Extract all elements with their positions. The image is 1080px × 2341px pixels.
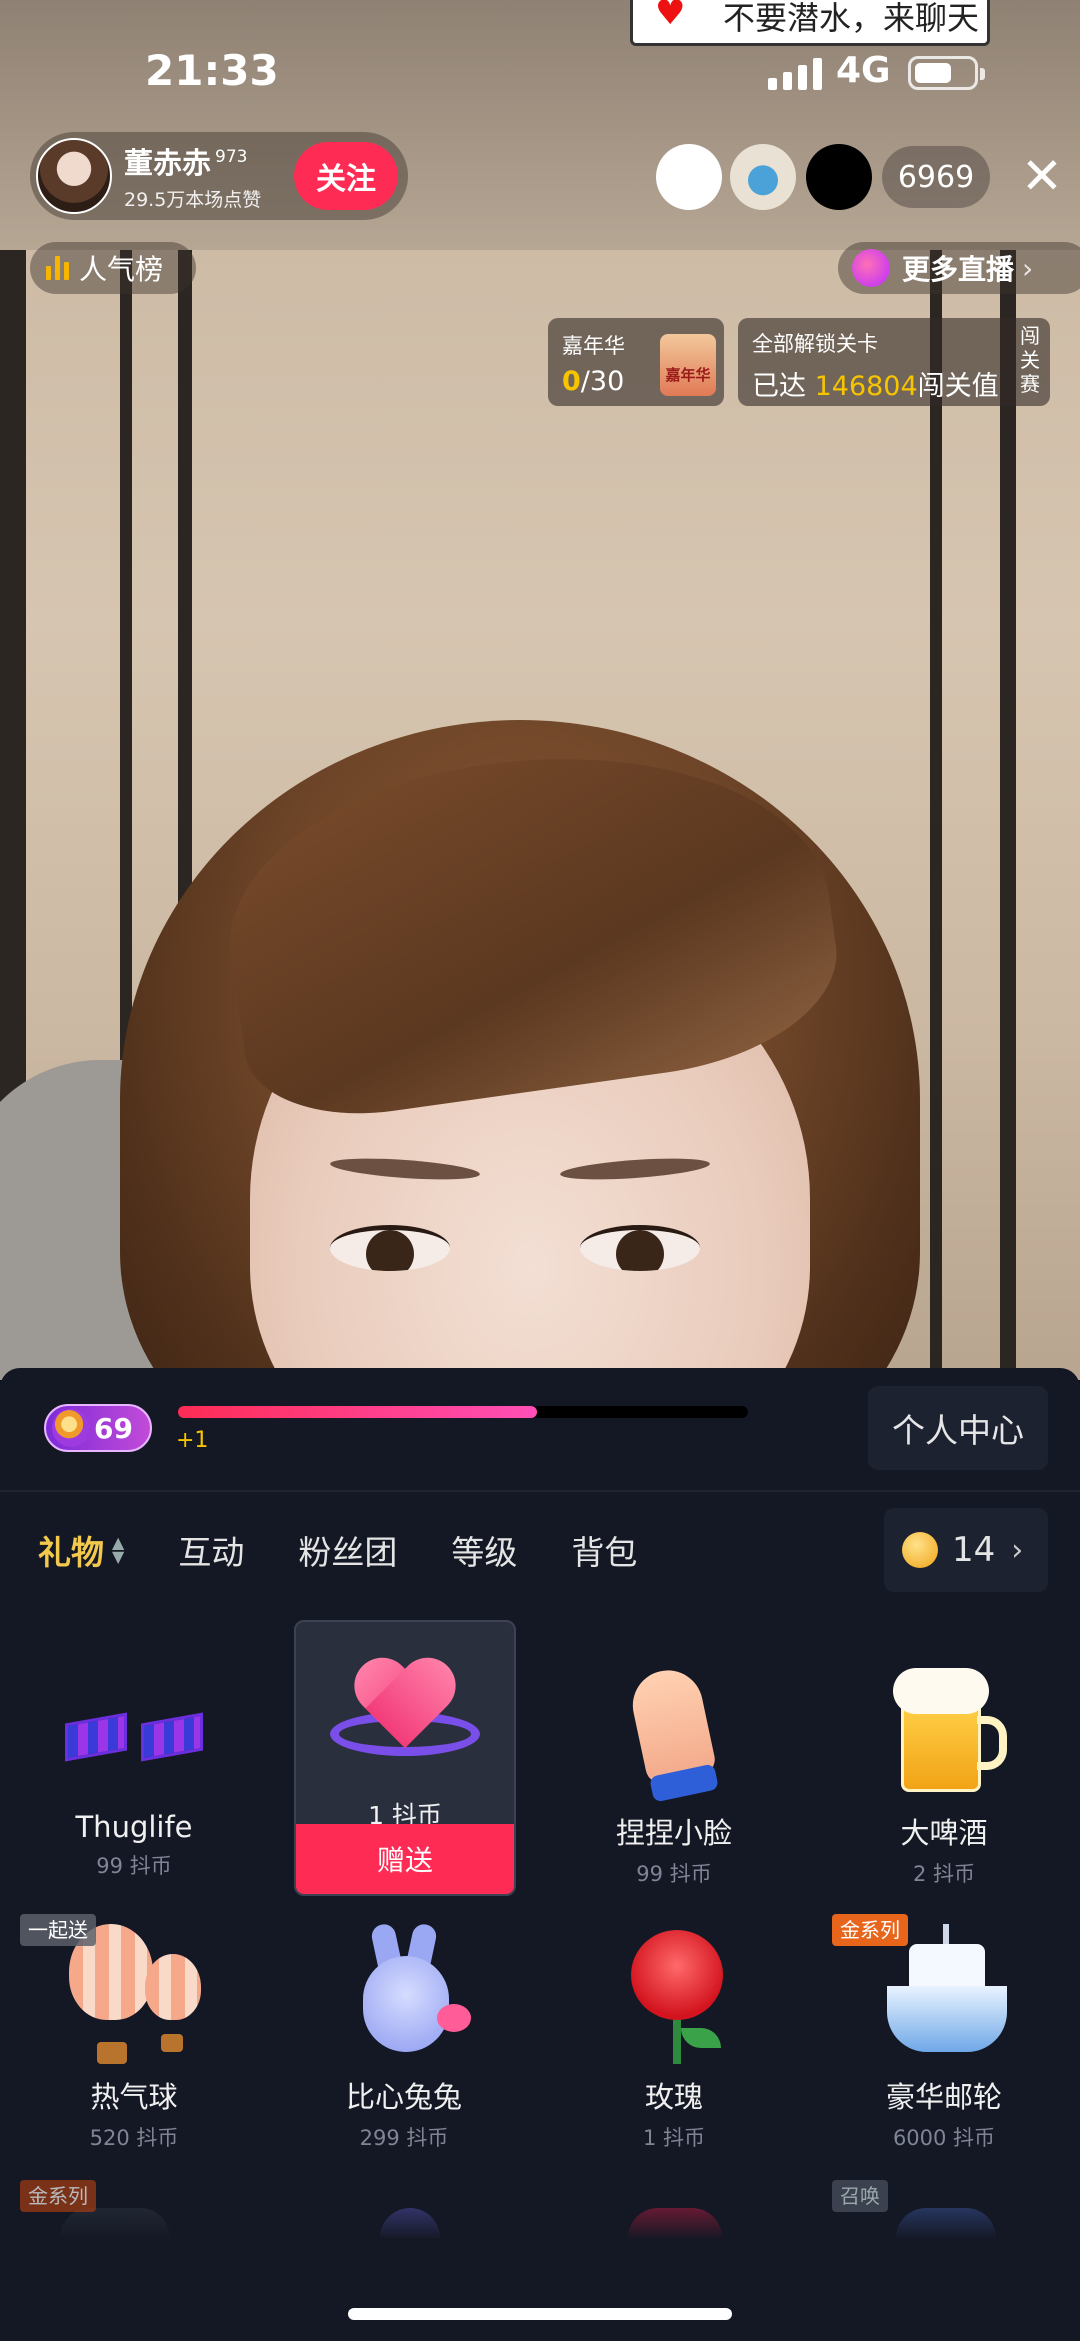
personal-center-button[interactable]: 个人中心 [868,1386,1048,1470]
viewer-avatar[interactable] [730,144,796,210]
coin-balance: 14 [952,1530,996,1570]
more-live-label: 更多直播 [902,253,1015,286]
gift-item[interactable]: 捏捏小脸 99 抖币 [564,1660,784,1930]
eye [580,1225,700,1271]
status-time: 21:33 [145,46,279,95]
hand-icon [599,1660,749,1803]
popularity-rank-button[interactable]: 人气榜 [30,242,196,294]
viewer-avatar[interactable] [656,144,722,210]
user-level-badge[interactable]: 69 [44,1404,152,1452]
user-level: 69 [94,1411,133,1445]
gift-name: 大啤酒 [900,1816,988,1850]
host-card[interactable]: 董赤赤 973 29.5万本场点赞 关注 [30,132,408,220]
gift-item[interactable]: 比心兔兔 299 抖币 [294,1922,514,2194]
tab-gifts[interactable]: 礼物 ▲ ▼ [38,1526,124,1574]
beer-icon [869,1660,1019,1800]
carnival-widget[interactable]: 嘉年华 0/30 嘉年华 [548,318,724,406]
gift-price: 99 抖币 [636,1862,712,1886]
gift-item[interactable]: 热气球 520 抖币 [24,1924,244,2194]
host-likes: 29.5万本场点赞 [124,189,262,211]
gold-series-tag: 金系列 [20,2180,96,2212]
level-progress-bar [178,1406,748,1418]
tab-backpack[interactable]: 背包 [571,1526,637,1574]
chevron-right-icon: › [1011,1532,1024,1568]
coin-icon [902,1532,938,1568]
home-indicator[interactable] [348,2308,732,2320]
gift-name: Thuglife [75,1810,193,1844]
viewer-avatar[interactable] [806,144,872,210]
signal-icon [768,56,822,90]
rose-icon [599,1924,749,2064]
challenge-side-label: 闯关赛 [1020,324,1040,396]
gem-icon [52,1409,90,1447]
more-live-button[interactable]: 更多直播 › [838,242,1080,294]
divider [0,1490,1080,1492]
bunny-icon [329,1922,479,2064]
level-progress-fill [178,1406,538,1418]
summon-tag: 召唤 [832,2180,888,2212]
gift-name: 热气球 [90,2080,178,2114]
live-heart-icon [852,249,890,287]
host-name: 董赤赤 973 [124,146,248,180]
gift-price: 2 抖币 [912,1862,976,1886]
challenge-value: 已达 146804闯关值 [752,371,999,402]
eye [330,1225,450,1271]
viewer-count[interactable]: 6969 [882,146,990,208]
follow-button[interactable]: 关注 [294,142,398,210]
send-gift-button[interactable]: 赠送 [296,1824,514,1894]
chat-prompt-text: 不要潜水，来聊天 [723,0,980,37]
gift-price: 99 抖币 [96,1854,172,1878]
gift-item[interactable]: 豪华邮轮 6000 抖币 [834,1924,1054,2194]
close-icon[interactable]: ✕ [1012,146,1072,206]
bar-chart-icon [46,256,69,280]
gift-item[interactable]: Thuglife 99 抖币 [24,1660,244,1930]
network-type: 4G [836,50,891,91]
wall-panel [1000,250,1016,1380]
wall-panel [930,250,942,1380]
gift-name: 捏捏小脸 [615,1816,732,1850]
challenge-widget[interactable]: 全部解锁关卡 已达 146804闯关值 闯关赛 [738,318,1050,406]
gift-price: 520 抖币 [89,2126,179,2150]
tab-fan-club[interactable]: 粉丝团 [298,1526,397,1574]
challenge-title: 全部解锁关卡 [752,332,878,356]
heart-icon: ♥ [655,0,686,33]
tab-level[interactable]: 等级 [451,1526,517,1574]
coin-balance-button[interactable]: 14 › [884,1508,1048,1592]
battery-icon [908,56,985,90]
gift-item[interactable]: 大啤酒 2 抖币 [834,1660,1054,1930]
level-gain: +1 [176,1428,209,1453]
host-level: 973 [215,147,248,168]
gift-name: 豪华邮轮 [885,2080,1002,2114]
carnival-badge-icon: 嘉年华 [660,334,716,396]
gift-price: 6000 抖币 [892,2126,996,2150]
rank-label: 人气榜 [79,253,164,286]
chevron-right-icon: › [1022,251,1034,285]
gold-series-tag: 金系列 [832,1914,908,1946]
gift-price: 299 抖币 [359,2126,449,2150]
send-together-tag: 一起送 [20,1914,96,1946]
gift-item[interactable]: 玫瑰 1 抖币 [564,1924,784,2194]
gift-name: 比心兔兔 [345,2080,462,2114]
glasses-icon [59,1660,209,1800]
host-avatar[interactable] [36,138,112,214]
gift-name: 玫瑰 [644,2080,703,2114]
gift-price: 1 抖币 [642,2126,706,2150]
gift-tabs: 礼物 ▲ ▼ 互动 粉丝团 等级 背包 [38,1522,691,1578]
heart-ring-icon [330,1642,480,1792]
sort-icon: ▲ ▼ [112,1533,125,1566]
tab-interaction[interactable]: 互动 [178,1526,244,1574]
chat-prompt-bubble[interactable]: ♥ 不要潜水，来聊天 [630,0,990,46]
gift-item-selected[interactable]: 1 抖币 赠送 [294,1620,516,1896]
